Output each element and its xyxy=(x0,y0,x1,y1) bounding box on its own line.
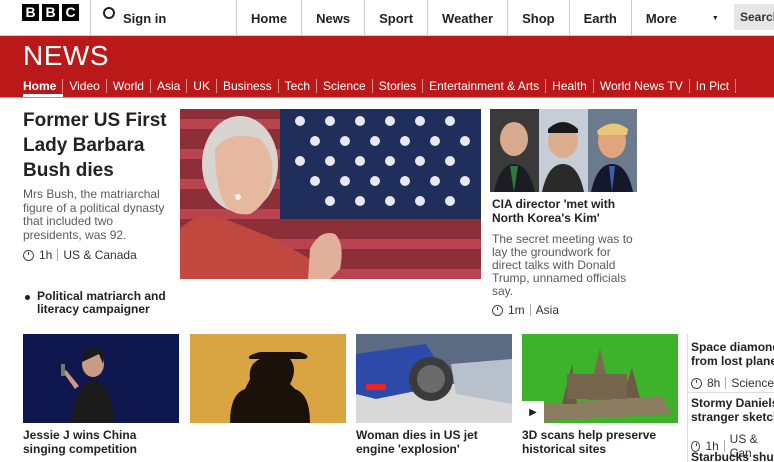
logo-letter-2: B xyxy=(42,4,59,21)
section-business[interactable]: Business xyxy=(217,79,279,93)
nav-news[interactable]: News xyxy=(301,0,364,36)
list-item-time: 8h xyxy=(707,376,721,390)
nav-sport[interactable]: Sport xyxy=(364,0,427,36)
list-item-line: Stormy Daniels xyxy=(691,396,774,410)
lead-time: 1h xyxy=(39,248,53,262)
section-entertainment[interactable]: Entertainment & Arts xyxy=(423,79,547,93)
card-headline-3d-scans[interactable]: 3D scans help preserve historical sites xyxy=(522,428,678,456)
section-uk[interactable]: UK xyxy=(187,79,217,93)
secondary-headline[interactable]: CIA director 'met with North Korea's Kim… xyxy=(492,197,637,225)
list-item-category[interactable]: Science xyxy=(731,376,774,390)
section-science[interactable]: Science xyxy=(317,79,373,93)
section-stories[interactable]: Stories xyxy=(373,79,424,93)
card-headline-jet-engine[interactable]: Woman dies in US jet engine 'explosion' xyxy=(356,428,512,456)
global-header: B B C Sign in Home News Sport Weather Sh… xyxy=(0,0,774,36)
lead-category[interactable]: US & Canada xyxy=(63,248,136,262)
clock-icon xyxy=(492,304,503,316)
lead-summary: Mrs Bush, the matriarchal figure of a po… xyxy=(23,187,165,242)
section-health[interactable]: Health xyxy=(546,79,594,93)
logo-letter-1: B xyxy=(22,4,39,21)
lead-story-image[interactable] xyxy=(180,109,481,279)
list-item-meta: 8h Science xyxy=(691,376,774,390)
meta-divider xyxy=(57,249,59,261)
section-home[interactable]: Home xyxy=(0,79,64,93)
card-image-silhouette[interactable] xyxy=(190,334,346,423)
card-image-jessie-j[interactable] xyxy=(23,334,179,423)
user-icon xyxy=(103,7,115,19)
more-label: More xyxy=(645,10,677,26)
list-item-line: Starbucks shuts xyxy=(691,450,774,462)
lead-headline[interactable]: Former US First Lady Barbara Bush dies xyxy=(23,108,171,183)
section-world[interactable]: World xyxy=(107,79,151,93)
card-image-3d-scans[interactable]: ▶ xyxy=(522,334,678,423)
global-nav: Home News Sport Weather Shop Earth More … xyxy=(236,0,729,36)
news-wordmark[interactable]: NEWS xyxy=(23,40,109,72)
secondary-category[interactable]: Asia xyxy=(536,303,559,317)
nav-earth[interactable]: Earth xyxy=(568,0,631,36)
search-input[interactable]: Search xyxy=(734,4,774,30)
logo-letter-3: C xyxy=(62,4,79,21)
nav-home[interactable]: Home xyxy=(236,0,301,36)
play-icon[interactable]: ▶ xyxy=(522,401,544,423)
cia-story-image[interactable] xyxy=(490,109,637,192)
nav-weather[interactable]: Weather xyxy=(427,0,507,36)
meta-divider xyxy=(529,304,531,316)
right-column-list: Space diamond from lost plane 8h Science… xyxy=(687,334,774,462)
secondary-summary: The secret meeting was to lay the ground… xyxy=(492,232,633,298)
secondary-meta: 1m Asia xyxy=(492,303,559,317)
list-item-headline[interactable]: Starbucks shuts xyxy=(691,450,774,462)
nav-more-button[interactable]: More ▼ xyxy=(630,0,729,36)
card-headline-jessie-j[interactable]: Jessie J wins China singing competition xyxy=(23,428,179,456)
active-section-indicator xyxy=(23,94,63,97)
lead-meta: 1h US & Canada xyxy=(23,248,137,262)
secondary-time: 1m xyxy=(508,303,525,317)
section-nav: Home Video World Asia UK Business Tech S… xyxy=(0,74,737,98)
clock-icon xyxy=(691,377,702,389)
related-story-link[interactable]: Political matriarch and literacy campaig… xyxy=(23,290,178,316)
list-item-headline[interactable]: Space diamond from lost plane xyxy=(691,340,774,368)
list-item-line: stranger sketch xyxy=(691,410,774,424)
signin-button[interactable]: Sign in xyxy=(90,0,236,36)
chevron-down-icon: ▼ xyxy=(711,14,719,22)
section-in-pictures[interactable]: In Pict xyxy=(690,79,737,93)
signin-label: Sign in xyxy=(123,10,167,26)
list-divider xyxy=(688,392,774,393)
nav-shop[interactable]: Shop xyxy=(507,0,569,36)
meta-divider xyxy=(725,377,727,389)
clock-icon xyxy=(23,249,34,261)
section-video[interactable]: Video xyxy=(63,79,107,93)
section-asia[interactable]: Asia xyxy=(151,79,188,93)
news-banner: NEWS Home Video World Asia UK Business T… xyxy=(0,36,774,98)
list-item-headline[interactable]: Stormy Daniels stranger sketch xyxy=(691,396,774,424)
section-tech[interactable]: Tech xyxy=(279,79,318,93)
list-item-line: Space diamond xyxy=(691,340,774,354)
list-item-line: from lost plane xyxy=(691,354,774,368)
card-image-jet-engine[interactable] xyxy=(356,334,512,423)
section-world-news-tv[interactable]: World News TV xyxy=(594,79,690,93)
bbc-logo[interactable]: B B C xyxy=(22,4,79,21)
